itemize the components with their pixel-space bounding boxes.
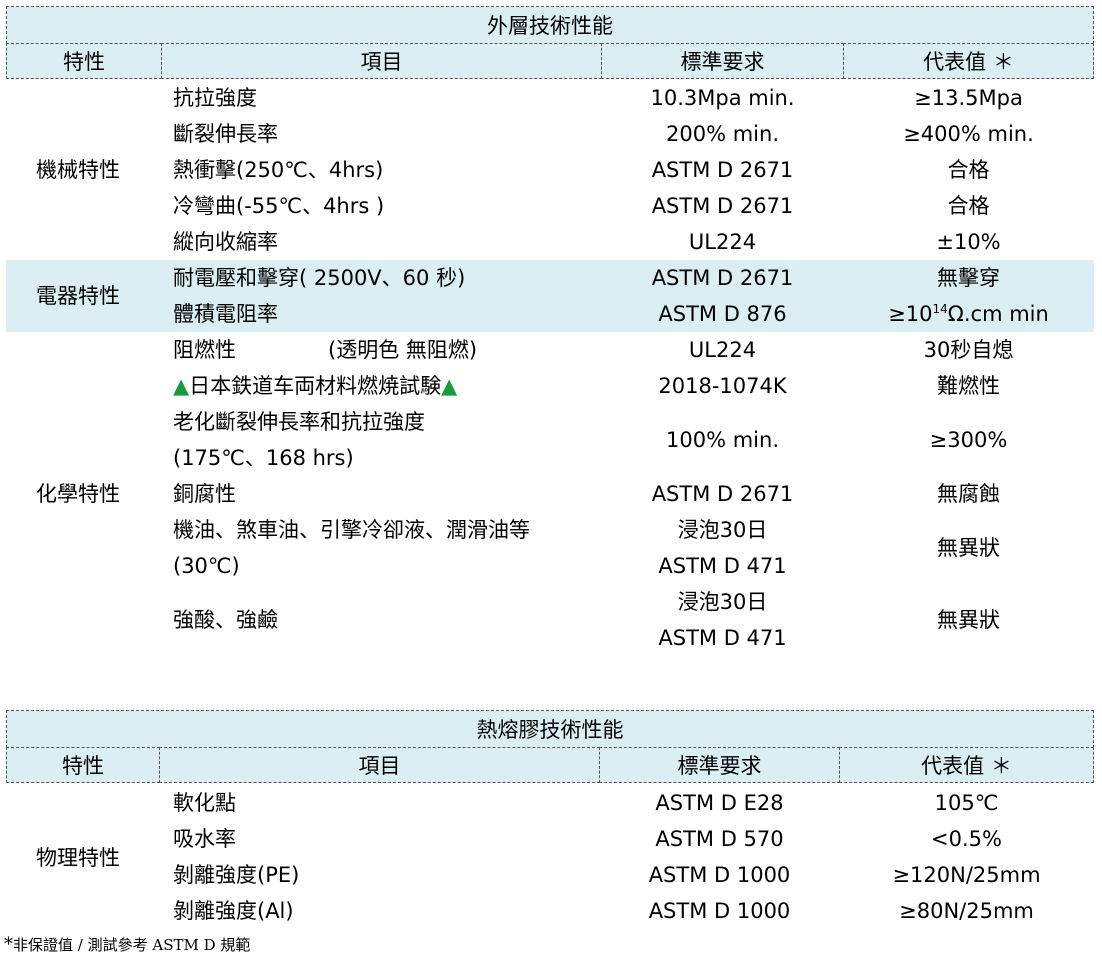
- value-cell: ≥80N/25mm: [899, 899, 1034, 923]
- value-cell: ≥300%: [929, 428, 1008, 452]
- standard-cell: ASTM D 2671: [651, 194, 794, 218]
- item-flame-note: (透明色 無阻燃): [328, 338, 478, 362]
- triangle-icon: ▲: [173, 374, 190, 398]
- item-elongation: 斷裂伸長率: [173, 122, 278, 146]
- standard-cell: ASTM D 2671: [651, 266, 794, 290]
- category-physical: 物理特性: [36, 846, 120, 870]
- value-cell: 無異狀: [937, 536, 1000, 560]
- item-tensile-strength: 抗拉強度: [173, 86, 257, 110]
- hotmelt-header-item: 項目: [159, 747, 600, 783]
- standard-cell: 浸泡30日: [677, 518, 768, 542]
- footnote: *非保證值 / 測試參考 ASTM D 規範: [4, 934, 250, 955]
- hotmelt-header-category: 特性: [6, 747, 160, 783]
- standard-cell: ASTM D E28: [655, 791, 784, 815]
- outer-header-category: 特性: [6, 43, 162, 79]
- item-aging-line1: 老化斷裂伸長率和抗拉強度: [173, 410, 425, 434]
- value-cell: 105℃: [934, 791, 999, 815]
- outer-table-title: 外層技術性能: [6, 6, 1094, 44]
- hotmelt-header-value: 代表值 ＊: [839, 747, 1094, 783]
- standard-cell: ASTM D 471: [658, 554, 787, 578]
- item-copper-corrosion: 銅腐性: [173, 482, 236, 506]
- standard-cell: 10.3Mpa min.: [650, 86, 795, 110]
- item-peel-pe: 剝離強度(PE): [173, 863, 300, 887]
- standard-cell: 100% min.: [666, 428, 779, 452]
- item-dielectric: 耐電壓和擊穿( 2500V、60 秒): [173, 266, 466, 290]
- value-cell: ≥120N/25mm: [892, 863, 1041, 887]
- value-cell: ±10%: [936, 230, 1001, 254]
- item-volume-resistivity: 體積電阻率: [173, 302, 278, 326]
- standard-cell: 200% min.: [666, 122, 779, 146]
- standard-cell: 2018-1074K: [658, 374, 787, 398]
- item-cold-bend: 冷彎曲(-55℃、4hrs ): [173, 194, 385, 218]
- category-chemical: 化學特性: [36, 482, 120, 506]
- standard-cell: 浸泡30日: [677, 590, 768, 614]
- item-shrinkage: 縱向收縮率: [173, 230, 278, 254]
- item-fluids-line1: 機油、煞車油、引擎冷卻液、潤滑油等: [173, 518, 530, 542]
- item-acid-alkali: 強酸、強鹼: [173, 608, 278, 632]
- item-peel-al: 剝離強度(Al): [173, 899, 294, 923]
- value-cell: <0.5%: [931, 827, 1002, 851]
- category-mechanical: 機械特性: [36, 158, 120, 182]
- standard-cell: ASTM D 876: [658, 302, 787, 326]
- hotmelt-title-text: 熱熔膠技術性能: [476, 718, 624, 742]
- value-cell: 難燃性: [937, 374, 1000, 398]
- value-cell: ≥1014Ω.cm min: [888, 302, 1049, 326]
- standard-cell: UL224: [688, 338, 757, 362]
- item-softening-point: 軟化點: [173, 791, 236, 815]
- outer-header-value: 代表值 ＊: [843, 43, 1094, 79]
- standard-cell: ASTM D 2671: [651, 158, 794, 182]
- item-railway-fire-test: ▲日本鉄道车両材料燃焼試験▲: [173, 374, 458, 398]
- value-cell: 無擊穿: [937, 266, 1000, 290]
- item-fluids-line2: (30℃): [173, 554, 240, 578]
- outer-header-standard: 標準要求: [601, 43, 844, 79]
- value-cell: 30秒自熄: [923, 338, 1014, 362]
- outer-title-text: 外層技術性能: [487, 14, 613, 38]
- footnote-text: 非保證值 / 測試參考 ASTM D 規範: [13, 936, 251, 954]
- value-cell: 合格: [947, 158, 990, 182]
- item-water-absorption: 吸水率: [173, 827, 236, 851]
- standard-cell: UL224: [688, 230, 757, 254]
- item-thermal-shock: 熱衝擊(250℃、4hrs): [173, 158, 384, 182]
- value-cell: ≥400% min.: [903, 122, 1034, 146]
- value-cell: 無腐蝕: [937, 482, 1000, 506]
- value-cell: 無異狀: [937, 608, 1000, 632]
- outer-header-item: 項目: [161, 43, 602, 79]
- standard-cell: ASTM D 471: [658, 626, 787, 650]
- standard-cell: ASTM D 1000: [648, 863, 791, 887]
- hotmelt-table-title: 熱熔膠技術性能: [6, 710, 1094, 748]
- hotmelt-header-standard: 標準要求: [599, 747, 840, 783]
- standard-cell: ASTM D 570: [655, 827, 784, 851]
- item-flame-retardance: 阻燃性: [173, 338, 236, 362]
- footnote-mark: *: [4, 934, 13, 955]
- value-cell: 合格: [947, 194, 990, 218]
- item-aging-line2: (175℃、168 hrs): [173, 446, 354, 470]
- category-electrical: 電器特性: [36, 284, 120, 308]
- triangle-icon: ▲: [441, 374, 458, 398]
- standard-cell: ASTM D 1000: [648, 899, 791, 923]
- standard-cell: ASTM D 2671: [651, 482, 794, 506]
- value-cell: ≥13.5Mpa: [914, 86, 1023, 110]
